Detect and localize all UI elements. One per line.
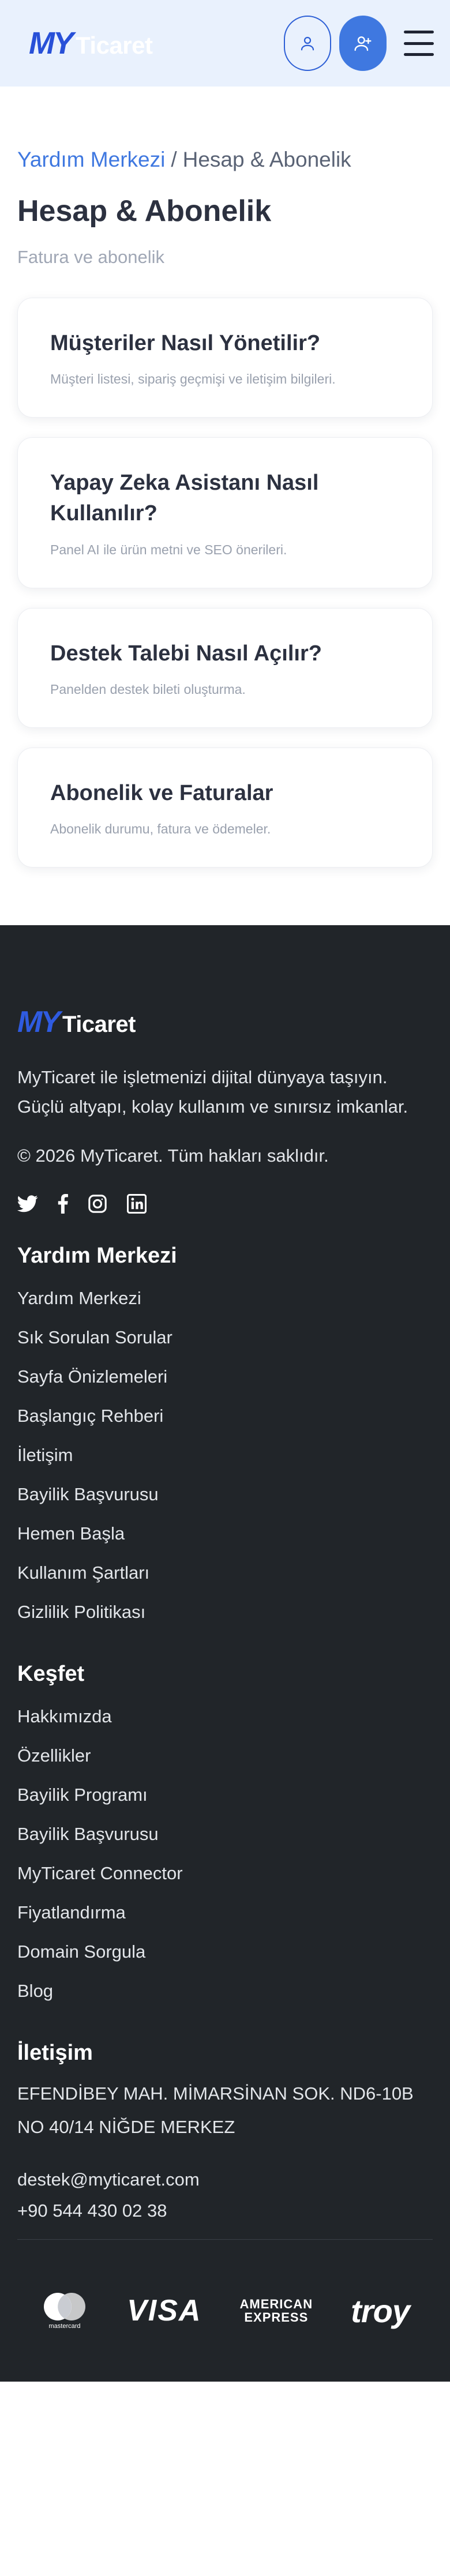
article-title: Müşteriler Nasıl Yönetilir? — [50, 331, 321, 355]
user-icon — [301, 36, 314, 51]
facebook-icon[interactable] — [58, 1194, 68, 1214]
breadcrumb: Yardım Merkezi / Hesap & Abonelik — [17, 148, 433, 172]
footer-help-links: Yardım Merkezi Sık Sorulan Sorular Sayfa… — [17, 1279, 433, 1632]
breadcrumb-current: Hesap & Abonelik — [182, 148, 351, 171]
payment-methods: mastercard VISA AMERICAN EXPRESS troy — [17, 2240, 433, 2330]
footer-link[interactable]: Bayilik Başvurusu — [17, 1815, 433, 1854]
social-links — [17, 1194, 433, 1214]
footer-link[interactable]: Blog — [17, 1972, 433, 2011]
footer-link[interactable]: Hemen Başla — [17, 1514, 433, 1553]
register-button[interactable] — [339, 16, 387, 71]
amex-line-1: AMERICAN — [239, 2297, 313, 2312]
breadcrumb-link-help-center[interactable]: Yardım Merkezi — [17, 148, 165, 172]
footer-link[interactable]: İletişim — [17, 1436, 433, 1475]
footer-link[interactable]: Kullanım Şartları — [17, 1553, 433, 1593]
header-actions — [284, 16, 434, 71]
footer-link[interactable]: Yardım Merkezi — [17, 1279, 433, 1318]
footer-explore-heading: Keşfet — [17, 1662, 85, 1687]
instagram-icon[interactable] — [88, 1194, 107, 1214]
footer-help-heading: Yardım Merkezi — [17, 1244, 177, 1268]
article-description: Abonelik durumu, fatura ve ödemeler. — [50, 821, 271, 836]
amex-line-2: EXPRESS — [244, 2310, 309, 2325]
footer-link[interactable]: Domain Sorgula — [17, 1932, 433, 1972]
article-description: Panelden destek bileti oluşturma. — [50, 681, 246, 697]
contact-address: EFENDİBEY MAH. MİMARSİNAN SOK. ND6-10B N… — [17, 2083, 414, 2137]
brand-logo[interactable]: MY Ticaret — [29, 25, 153, 61]
contact-email-link[interactable]: destek@myticaret.com — [17, 2164, 433, 2195]
footer-logo-wordmark: Ticaret — [62, 1011, 136, 1037]
mastercard-logo: mastercard — [40, 2292, 89, 2330]
breadcrumb-separator: / — [171, 148, 177, 171]
hamburger-menu-icon[interactable] — [404, 31, 434, 56]
footer-link[interactable]: Sık Sorulan Sorular — [17, 1318, 433, 1357]
main-content: Yardım Merkezi / Hesap & Abonelik Hesap … — [0, 87, 450, 925]
twitter-icon[interactable] — [17, 1195, 38, 1212]
article-description: Panel AI ile ürün metni ve SEO önerileri… — [50, 542, 287, 557]
footer-link[interactable]: MyTicaret Connector — [17, 1854, 433, 1893]
footer-link[interactable]: Bayilik Başvurusu — [17, 1475, 433, 1514]
footer-logo-my-mark: MY — [17, 1005, 61, 1039]
article-card[interactable]: Yapay Zeka Asistanı Nasıl Kullanılır? Pa… — [17, 437, 433, 588]
article-card[interactable]: Müşteriler Nasıl Yönetilir? Müşteri list… — [17, 298, 433, 418]
footer-contact-heading: İletişim — [17, 2041, 93, 2066]
footer-link[interactable]: Fiyatlandırma — [17, 1893, 433, 1932]
article-title: Yapay Zeka Asistanı Nasıl Kullanılır? — [50, 471, 319, 526]
contact-phone-link[interactable]: +90 544 430 02 38 — [17, 2195, 433, 2226]
user-plus-icon — [354, 36, 372, 51]
footer-link[interactable]: Başlangıç Rehberi — [17, 1396, 433, 1436]
troy-logo: troy — [351, 2292, 410, 2329]
footer-link[interactable]: Bayilik Programı — [17, 1775, 433, 1815]
site-header: MY Ticaret — [0, 0, 450, 87]
article-description: Müşteri listesi, sipariş geçmişi ve ilet… — [50, 371, 336, 387]
article-card[interactable]: Destek Talebi Nasıl Açılır? Panelden des… — [17, 607, 433, 728]
footer-link[interactable]: Sayfa Önizlemeleri — [17, 1357, 433, 1396]
mastercard-label: mastercard — [48, 2323, 81, 2330]
article-title: Abonelik ve Faturalar — [50, 780, 273, 805]
footer-link[interactable]: Gizlilik Politikası — [17, 1593, 433, 1632]
visa-logo: VISA — [127, 2294, 202, 2328]
article-list: Müşteriler Nasıl Yönetilir? Müşteri list… — [17, 298, 433, 868]
footer-logo[interactable]: MY Ticaret — [17, 1005, 433, 1039]
logo-wordmark: Ticaret — [76, 32, 153, 59]
amex-logo: AMERICAN EXPRESS — [240, 2297, 313, 2324]
page-title: Hesap & Abonelik — [17, 194, 272, 228]
footer-link[interactable]: Hakkımızda — [17, 1697, 433, 1736]
site-footer: MY Ticaret MyTicaret ile işletmenizi dij… — [0, 925, 450, 2382]
footer-copyright: © 2026 MyTicaret. Tüm hakları saklıdır. — [17, 1146, 329, 1166]
article-title: Destek Talebi Nasıl Açılır? — [50, 641, 322, 666]
linkedin-icon[interactable] — [127, 1194, 147, 1214]
mastercard-icon — [44, 2293, 85, 2321]
logo-my-mark: MY — [29, 26, 74, 61]
page-subtitle: Fatura ve abonelik — [17, 247, 165, 267]
article-card[interactable]: Abonelik ve Faturalar Abonelik durumu, f… — [17, 747, 433, 868]
footer-link[interactable]: Özellikler — [17, 1736, 433, 1775]
footer-explore-links: Hakkımızda Özellikler Bayilik Programı B… — [17, 1697, 433, 2011]
footer-about-text: MyTicaret ile işletmenizi dijital dünyay… — [17, 1067, 408, 1117]
login-button[interactable] — [284, 16, 331, 71]
